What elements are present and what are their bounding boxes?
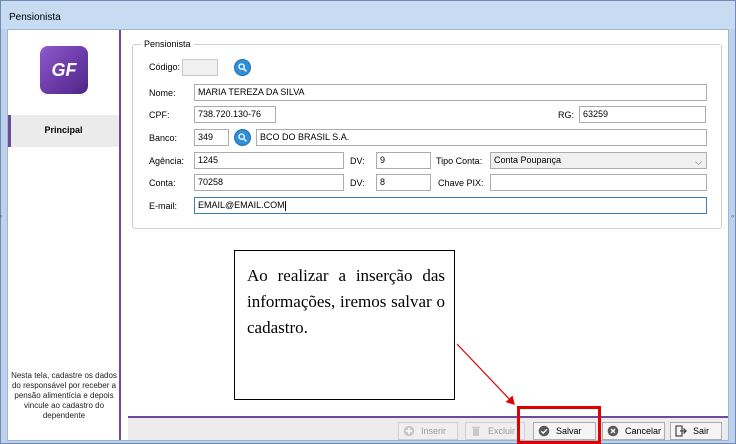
- left-resize-handle[interactable]: ◦: [0, 211, 2, 221]
- rg-field[interactable]: 63259: [579, 106, 706, 123]
- group-title: Pensionista: [141, 39, 194, 49]
- conta-dv-label: DV:: [350, 178, 365, 188]
- agencia-dv-label: DV:: [350, 156, 365, 166]
- title-bar: Pensionista: [1, 1, 735, 29]
- trash-icon: [472, 426, 480, 436]
- agencia-label: Agência:: [149, 156, 185, 166]
- nome-label: Nome:: [149, 88, 176, 98]
- banco-name-field[interactable]: BCO DO BRASIL S.A.: [256, 129, 707, 146]
- cpf-label: CPF:: [149, 110, 170, 120]
- app-logo: GF: [40, 46, 88, 94]
- email-value: EMAIL@EMAIL.COM: [198, 200, 285, 210]
- chave-pix-field[interactable]: [490, 174, 707, 191]
- cpf-field[interactable]: 738.720.130-76: [194, 106, 276, 123]
- conta-field[interactable]: 70258: [194, 174, 344, 191]
- nav-item-label: Principal: [44, 125, 83, 135]
- agencia-dv-field[interactable]: 9: [376, 152, 431, 169]
- conta-label: Conta:: [149, 178, 176, 188]
- excluir-button[interactable]: Excluir: [465, 422, 525, 440]
- conta-dv-field[interactable]: 8: [376, 174, 431, 191]
- chevron-down-icon: ⌵: [695, 157, 702, 167]
- search-icon: [238, 63, 247, 72]
- right-resize-handle[interactable]: ◦: [731, 211, 734, 221]
- codigo-label: Código:: [149, 62, 181, 72]
- pensionista-group: Pensionista Código: Nome: MARIA TEREZA D…: [132, 39, 722, 229]
- exit-icon: [675, 425, 687, 437]
- search-icon: [238, 133, 247, 142]
- text-caret: [284, 200, 286, 211]
- tipo-conta-select[interactable]: Conta Poupança ⌵: [490, 152, 707, 169]
- excluir-label: Excluir: [488, 426, 516, 436]
- cancelar-label: Cancelar: [625, 426, 662, 436]
- tipo-conta-value: Conta Poupança: [494, 155, 562, 165]
- banco-code-field[interactable]: 349: [194, 129, 229, 146]
- cancelar-button[interactable]: Cancelar: [602, 422, 665, 440]
- tipo-conta-label: Tipo Conta:: [436, 156, 483, 166]
- inserir-button[interactable]: Inserir: [398, 422, 458, 440]
- agencia-field[interactable]: 1245: [194, 152, 344, 169]
- help-text: Nesta tela, cadastre os dados do respons…: [11, 371, 117, 420]
- email-field[interactable]: EMAIL@EMAIL.COM: [194, 197, 707, 214]
- callout-text: Ao realizar a inserção das informações, …: [247, 266, 445, 337]
- side-panel: GF Principal Nesta tela, cadastre os dad…: [8, 30, 121, 440]
- email-label: E-mail:: [149, 201, 178, 211]
- window-title: Pensionista: [9, 12, 61, 23]
- bottom-toolbar: Inserir Excluir Salvar Cancelar Sair: [128, 416, 728, 440]
- banco-label: Banco:: [149, 133, 178, 143]
- codigo-search-button[interactable]: [234, 59, 251, 76]
- plus-circle-icon: [403, 425, 415, 437]
- chave-pix-label: Chave PIX:: [438, 178, 484, 188]
- salvar-highlight-box: [517, 406, 601, 444]
- sair-button[interactable]: Sair: [670, 422, 722, 440]
- nav-item-principal[interactable]: Principal: [8, 115, 119, 147]
- cancel-circle-icon: [607, 425, 619, 437]
- instruction-callout: Ao realizar a inserção das informações, …: [234, 250, 455, 400]
- inserir-label: Inserir: [421, 426, 447, 436]
- nome-field[interactable]: MARIA TEREZA DA SILVA: [194, 84, 707, 101]
- banco-search-button[interactable]: [234, 129, 251, 146]
- sair-label: Sair: [693, 426, 710, 436]
- codigo-field[interactable]: [182, 59, 218, 76]
- rg-label: RG:: [558, 110, 575, 120]
